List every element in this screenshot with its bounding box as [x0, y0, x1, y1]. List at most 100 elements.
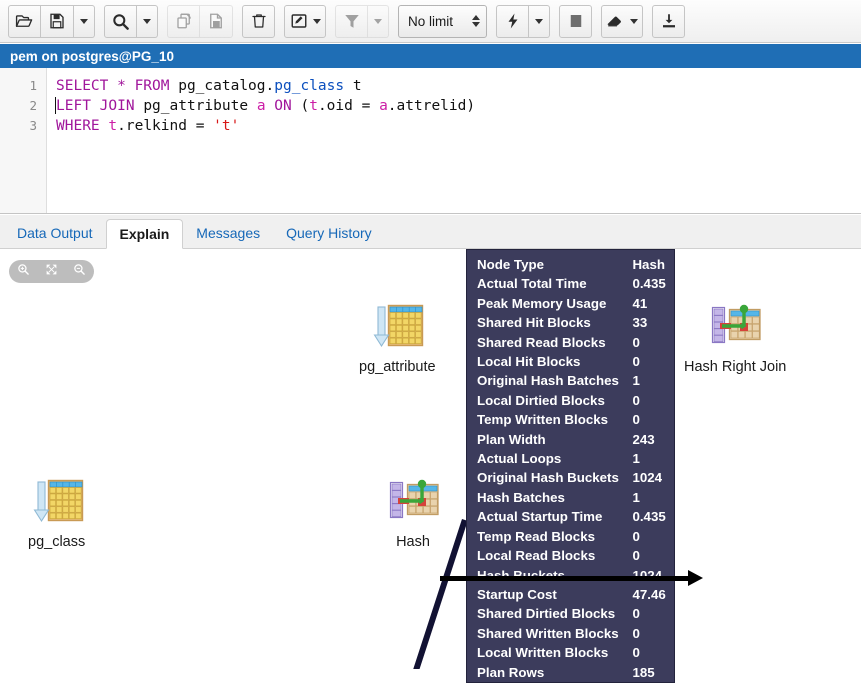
tooltip-key: Actual Loops — [477, 451, 562, 467]
line-number: 3 — [29, 118, 37, 133]
tooltip-row: Local Dirtied Blocks 0 — [467, 391, 674, 410]
tooltip-row: Temp Written Blocks 0 — [467, 410, 674, 429]
execute-query-button[interactable] — [496, 4, 529, 38]
find-dropdown-button[interactable] — [137, 4, 158, 38]
tooltip-key: Original Hash Buckets — [477, 470, 619, 486]
toolbar-group — [167, 4, 233, 38]
sql-code-area[interactable]: SELECT * FROM pg_catalog.pg_class t LEFT … — [48, 68, 861, 213]
copy-button — [167, 4, 200, 38]
paste-button — [200, 4, 233, 38]
save-dropdown-button[interactable] — [74, 4, 95, 38]
explain-node-label: Hash — [396, 534, 430, 550]
table-scan-icon — [370, 299, 424, 353]
tooltip-key: Temp Written Blocks — [477, 412, 609, 428]
explain-node-pg-class[interactable]: pg_class — [28, 474, 85, 550]
filter-dropdown-button — [368, 4, 389, 38]
folder-open-icon — [15, 12, 34, 31]
sql-editor[interactable]: 123 SELECT * FROM pg_catalog.pg_class tL… — [0, 68, 861, 214]
sql-token: .relkind = — [117, 118, 214, 134]
tooltip-row: Temp Read Blocks 0 — [467, 527, 674, 546]
explain-node-hash[interactable]: Hash — [386, 474, 440, 550]
sql-token: t — [108, 118, 118, 134]
tab-label: Messages — [196, 225, 261, 241]
sql-token: SELECT * FROM — [56, 78, 179, 94]
save-file-button[interactable] — [41, 4, 74, 38]
magnifier-minus-icon — [73, 263, 86, 281]
zoom-fit-button[interactable] — [41, 262, 61, 282]
tooltip-key: Original Hash Batches — [477, 373, 619, 389]
tooltip-row: Hash Batches 1 — [467, 488, 674, 507]
tooltip-value: Hash — [632, 257, 665, 272]
zoom-in-button[interactable] — [13, 262, 33, 282]
tooltip-row: Peak Memory Usage 41 — [467, 294, 674, 313]
edge-arrowhead — [688, 570, 703, 586]
toolbar-group — [8, 4, 95, 38]
clear-button[interactable] — [601, 4, 643, 38]
sql-token: 't' — [213, 118, 240, 134]
open-file-button[interactable] — [8, 4, 41, 38]
tooltip-key: Shared Hit Blocks — [477, 315, 591, 331]
explain-zoom-controls — [9, 260, 94, 283]
delete-button[interactable] — [242, 4, 275, 38]
toolbar-group — [652, 4, 685, 38]
tooltip-row: Actual Startup Time 0.435 — [467, 507, 674, 526]
sql-token: t — [309, 98, 318, 114]
find-button[interactable] — [104, 4, 137, 38]
tab-explain[interactable]: Explain — [105, 219, 184, 249]
row-limit-value: No limit — [408, 13, 454, 29]
zoom-out-button[interactable] — [70, 262, 90, 282]
toolbar-group — [335, 4, 389, 38]
line-number: 2 — [29, 98, 37, 113]
toolbar-group — [496, 4, 550, 38]
explain-node-pg-attribute[interactable]: pg_attribute — [359, 299, 436, 375]
stop-query-button[interactable] — [559, 4, 592, 38]
tooltip-key: Hash Batches — [477, 489, 565, 505]
explain-node-tooltip: Node Type Hash Actual Total Time 0.435 Peak … — [466, 249, 675, 683]
sql-token: pg_attribute — [143, 98, 257, 114]
tooltip-row: Node Type Hash — [467, 255, 674, 274]
download-button[interactable] — [652, 4, 685, 38]
expand-arrows-icon — [45, 263, 58, 281]
tooltip-value: 0 — [632, 606, 640, 622]
tooltip-row: Local Hit Blocks 0 — [467, 352, 674, 371]
tooltip-value: 1 — [632, 373, 640, 389]
tooltip-key: Actual Startup Time — [477, 509, 603, 525]
sql-token: ( — [291, 98, 310, 114]
row-limit-group: No limit — [398, 4, 487, 38]
sql-token: a — [379, 98, 388, 114]
line-number: 1 — [29, 78, 37, 93]
explain-canvas[interactable]: pg_class pg_attribute Hash Hash Right Join — [0, 249, 861, 669]
tooltip-value: 1 — [632, 451, 640, 467]
execute-dropdown-button[interactable] — [529, 4, 550, 38]
explain-node-hash-right-join[interactable]: Hash Right Join — [684, 299, 786, 375]
chevron-down-icon — [374, 18, 382, 24]
spinner-arrows-icon[interactable] — [472, 15, 480, 27]
download-icon — [660, 12, 678, 30]
tooltip-row: Shared Read Blocks 0 — [467, 333, 674, 352]
tooltip-key: Plan Width — [477, 431, 546, 447]
editor-line-number-gutter: 1 2 3 — [0, 68, 47, 213]
eraser-icon — [606, 13, 625, 29]
tab-query-history[interactable]: Query History — [273, 218, 385, 248]
tooltip-row: Local Read Blocks 0 — [467, 546, 674, 565]
tab-data-output[interactable]: Data Output — [4, 218, 106, 248]
tooltip-value: 185 — [632, 664, 655, 680]
tooltip-table: Node Type Hash Actual Total Time 0.435 Peak … — [467, 255, 674, 682]
edit-data-button[interactable] — [284, 4, 326, 38]
text-caret — [55, 97, 56, 114]
tooltip-key: Actual Total Time — [477, 276, 587, 292]
tooltip-key: Shared Dirtied Blocks — [477, 606, 616, 622]
row-limit-select[interactable]: No limit — [398, 4, 487, 38]
copy-icon — [175, 12, 193, 30]
sql-token: pg_catalog. — [178, 78, 275, 94]
tooltip-row: Original Hash Buckets 1024 — [467, 468, 674, 487]
tab-messages[interactable]: Messages — [183, 218, 273, 248]
tooltip-key: Temp Read Blocks — [477, 528, 595, 544]
sql-token: t — [344, 78, 362, 94]
tab-label: Data Output — [17, 225, 93, 241]
sql-token: .oid = — [317, 98, 380, 114]
tooltip-value: 243 — [632, 431, 655, 447]
stop-square-icon — [567, 12, 585, 30]
toolbar-group — [242, 4, 275, 38]
